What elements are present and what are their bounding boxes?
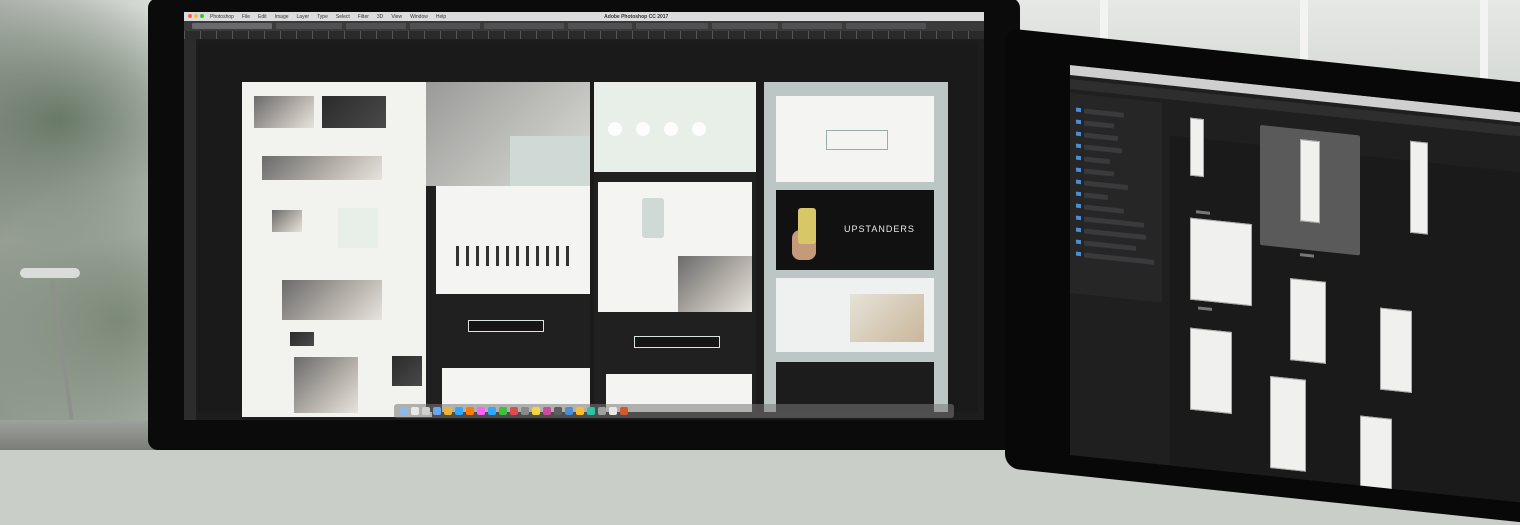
folder-item[interactable] (1084, 228, 1146, 240)
brand-logo-box (826, 130, 888, 150)
file-thumbnail[interactable] (1380, 307, 1412, 393)
document-tab[interactable] (410, 23, 480, 29)
window-controls[interactable] (188, 14, 204, 18)
menu-bar: Photoshop File Edit Image Layer Type Sel… (184, 12, 984, 21)
document-tab[interactable] (568, 23, 632, 29)
document-tab[interactable] (484, 23, 564, 29)
menu-item[interactable]: View (391, 14, 402, 20)
street-lamp-head (20, 268, 80, 278)
file-thumbnail[interactable] (1270, 376, 1306, 472)
menu-item[interactable]: Filter (358, 14, 369, 20)
folder-item[interactable] (1084, 216, 1144, 228)
board-hero (776, 96, 934, 182)
folder-item[interactable] (1084, 168, 1114, 177)
mac-dock[interactable] (394, 404, 954, 418)
board-banner: UPSTANDERS (776, 190, 934, 270)
folder-item[interactable] (1084, 156, 1110, 165)
menu-item[interactable]: Image (275, 14, 289, 20)
document-tabs (184, 21, 984, 31)
board-hero (594, 82, 756, 172)
board-photo (254, 96, 314, 128)
menu-item[interactable]: Select (336, 14, 350, 20)
menu-item[interactable]: Help (436, 14, 446, 20)
menu-item[interactable]: Window (410, 14, 428, 20)
board-photo (282, 280, 382, 320)
photoshop-screen: Photoshop File Edit Image Layer Type Sel… (184, 12, 984, 420)
feature-dots (608, 122, 706, 136)
folder-item[interactable] (1084, 180, 1128, 191)
cta-button[interactable] (634, 336, 720, 348)
menu-item[interactable]: Edit (258, 14, 267, 20)
cup-image (798, 208, 816, 244)
document-tab[interactable] (846, 23, 926, 29)
menu-item[interactable]: File (242, 14, 250, 20)
board-section (776, 278, 934, 352)
bridge-folders-panel[interactable] (1070, 93, 1162, 303)
design-board-2[interactable] (426, 82, 590, 412)
folder-item[interactable] (1084, 240, 1136, 251)
bridge-thumbnail-grid[interactable] (1170, 117, 1520, 504)
bridge-screen (1070, 65, 1520, 504)
board-photo (272, 210, 302, 232)
brand-banner-title: UPSTANDERS (844, 224, 915, 234)
board-block (338, 208, 378, 248)
menu-item[interactable]: Type (317, 14, 328, 20)
tools-panel[interactable] (184, 39, 196, 420)
file-thumbnail[interactable] (1190, 327, 1232, 415)
file-thumbnail[interactable] (1290, 278, 1326, 364)
board-photo (322, 96, 386, 128)
board-photo (392, 356, 422, 386)
coffee-tools-illustration (456, 246, 576, 266)
file-thumbnail[interactable] (1190, 217, 1252, 307)
board-section (436, 186, 590, 294)
folder-item[interactable] (1084, 108, 1124, 118)
design-board-1[interactable] (242, 82, 432, 417)
folder-item[interactable] (1084, 204, 1124, 214)
board-photo (262, 156, 382, 180)
board-section (598, 182, 752, 312)
board-photo (294, 357, 358, 413)
selected-file-thumbnail[interactable] (1260, 124, 1360, 256)
board-photo (290, 332, 314, 346)
document-tab[interactable] (192, 23, 272, 29)
cta-button[interactable] (468, 320, 544, 332)
folder-item[interactable] (1084, 132, 1118, 142)
cup-image (642, 198, 664, 238)
board-block (510, 136, 590, 186)
document-tab[interactable] (636, 23, 708, 29)
file-thumbnail[interactable] (1190, 117, 1204, 178)
folder-item[interactable] (1084, 252, 1154, 265)
board-photo (678, 256, 752, 312)
folder-item[interactable] (1084, 192, 1108, 200)
foliage-left (0, 0, 150, 450)
document-tab[interactable] (276, 23, 342, 29)
horizontal-ruler (184, 31, 984, 39)
folder-item[interactable] (1084, 144, 1122, 154)
document-tab[interactable] (346, 23, 406, 29)
menu-item[interactable]: 3D (377, 14, 383, 20)
window-title: Adobe Photoshop CC 2017 (604, 13, 669, 20)
document-tab[interactable] (712, 23, 778, 29)
folder-item[interactable] (1084, 120, 1114, 129)
document-tab[interactable] (782, 23, 842, 29)
file-thumbnail[interactable] (1410, 140, 1428, 235)
menu-item[interactable]: Layer (297, 14, 310, 20)
design-board-3[interactable] (594, 82, 756, 412)
design-board-4[interactable]: UPSTANDERS (764, 82, 948, 412)
products-photo (850, 294, 924, 342)
artboard-canvas[interactable]: UPSTANDERS (198, 42, 978, 417)
menu-item[interactable]: Photoshop (210, 14, 234, 20)
